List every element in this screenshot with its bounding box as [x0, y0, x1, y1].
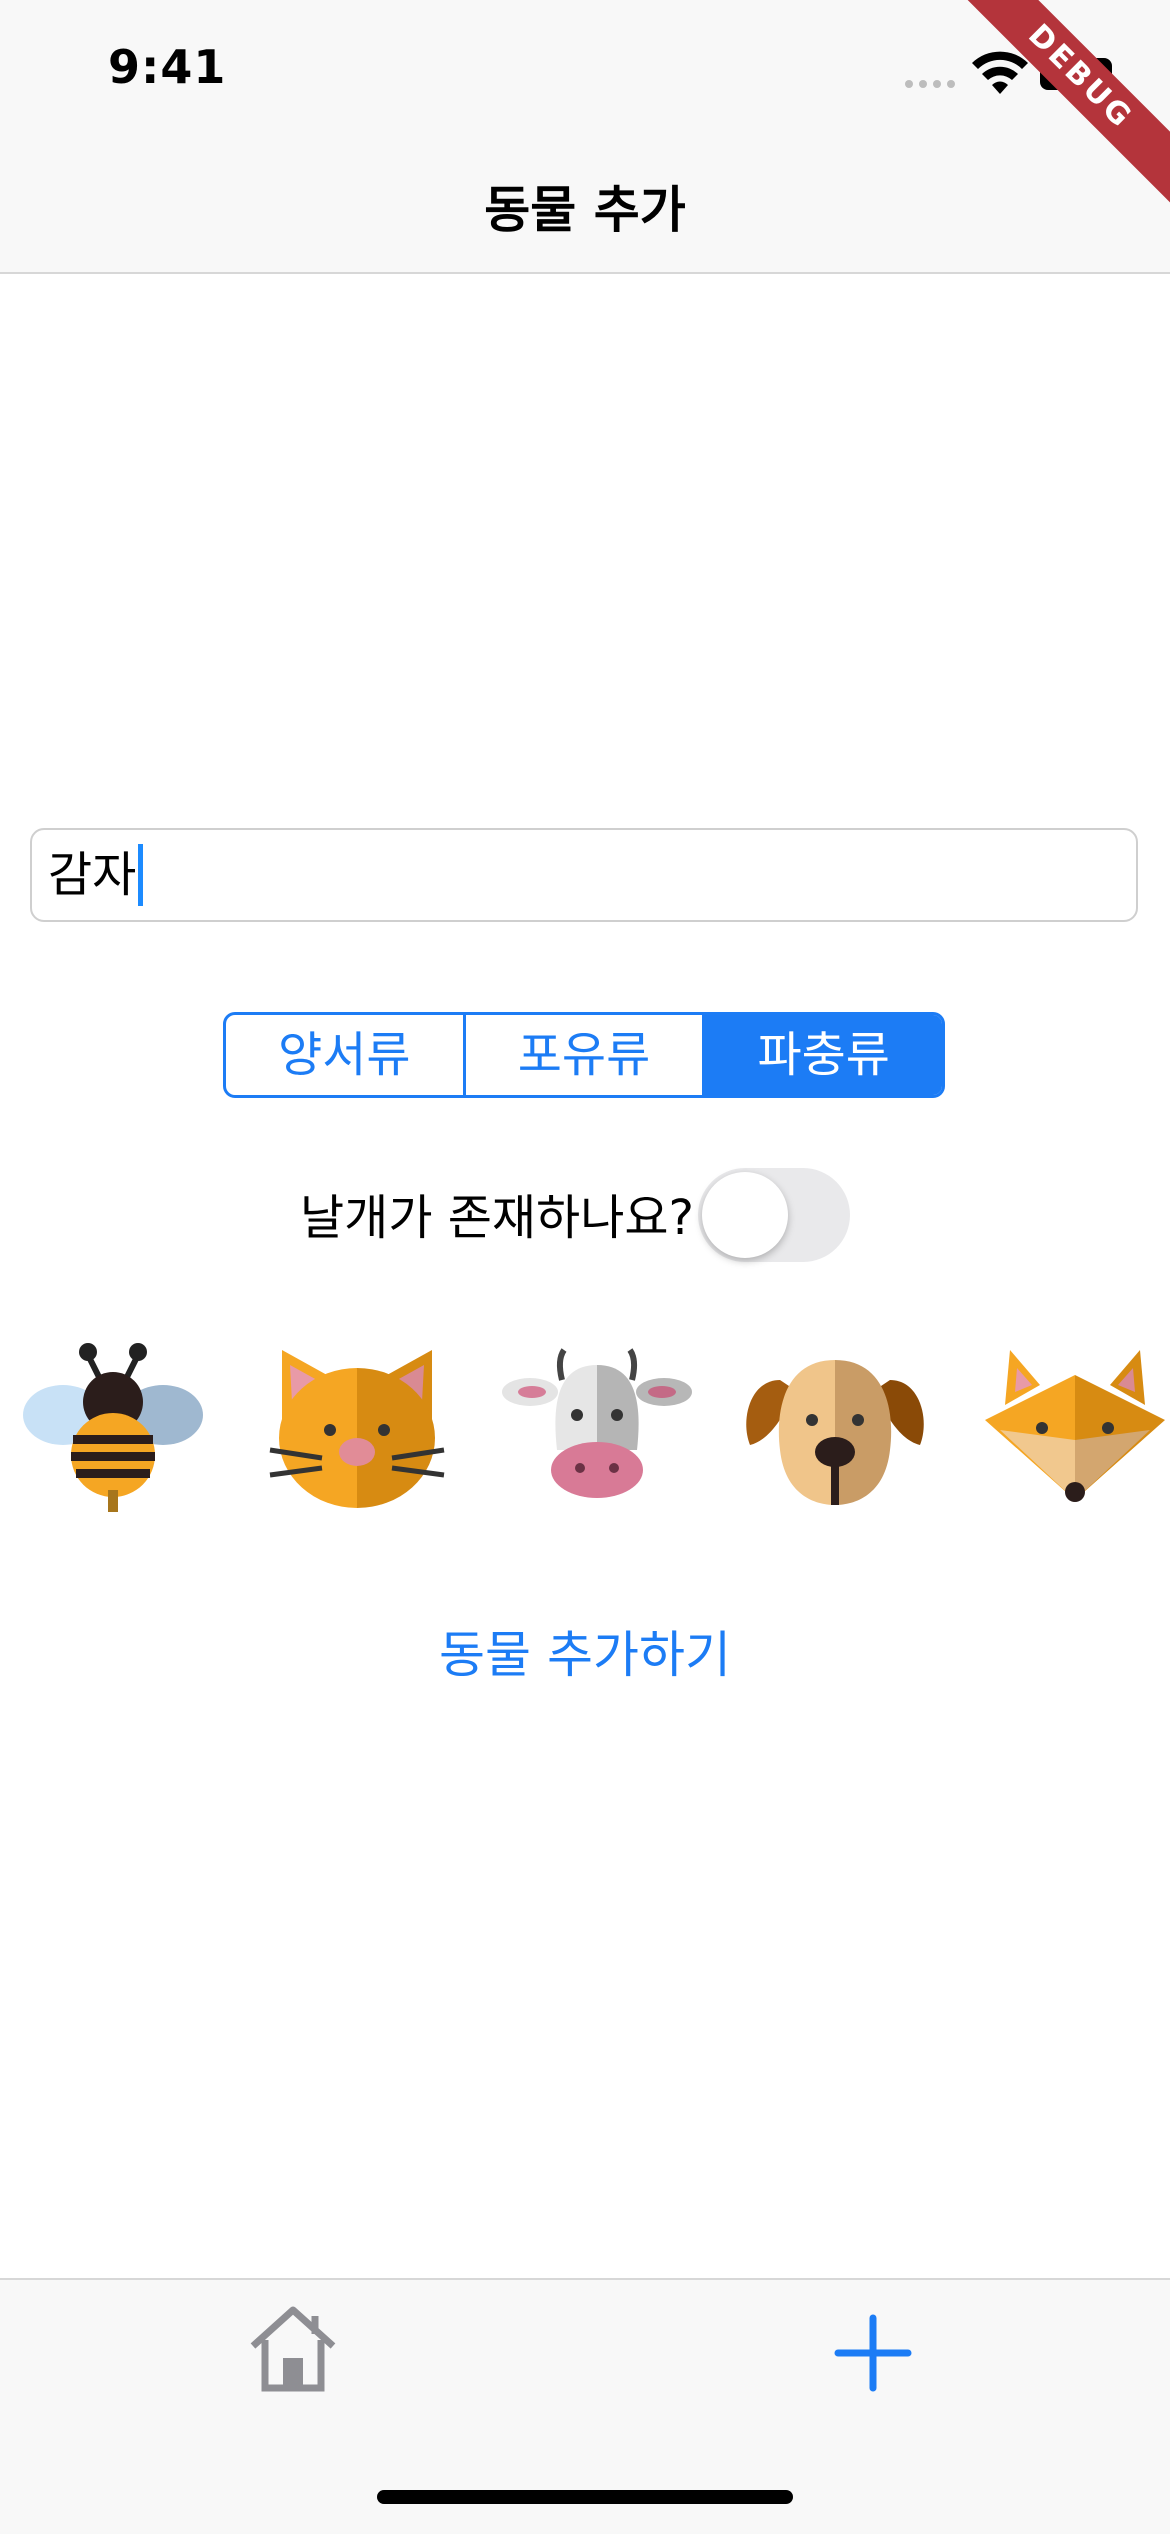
- cellular-signal-icon: [905, 80, 955, 88]
- plus-icon[interactable]: [830, 2310, 916, 2396]
- cat-icon[interactable]: [262, 1330, 452, 1520]
- wing-toggle-knob: [702, 1172, 788, 1258]
- wing-toggle-switch[interactable]: [698, 1168, 850, 1262]
- wing-question-label: 날개가 존재하나요?: [300, 1190, 695, 1246]
- home-indicator: [377, 2490, 793, 2504]
- animal-class-segmented-control[interactable]: 양서류 포유류 파충류: [223, 1012, 945, 1098]
- segment-mammal[interactable]: 포유류: [466, 1015, 706, 1095]
- page-title: 동물 추가: [484, 181, 686, 239]
- segment-amphibian[interactable]: 양서류: [226, 1015, 466, 1095]
- text-cursor: [138, 844, 144, 906]
- cow-icon[interactable]: [502, 1330, 692, 1520]
- fox-icon[interactable]: [980, 1330, 1170, 1520]
- animal-name-value: 감자: [48, 847, 137, 903]
- dog-icon[interactable]: [740, 1330, 930, 1520]
- segment-reptile[interactable]: 파충류: [705, 1015, 942, 1095]
- add-animal-button[interactable]: 동물 추가하기: [0, 1615, 1170, 1687]
- bee-icon[interactable]: [18, 1330, 208, 1520]
- status-time: 9:41: [108, 40, 227, 94]
- house-icon[interactable]: [245, 2300, 341, 2396]
- animal-name-input[interactable]: 감자: [30, 828, 1138, 922]
- wifi-icon: [972, 51, 1028, 94]
